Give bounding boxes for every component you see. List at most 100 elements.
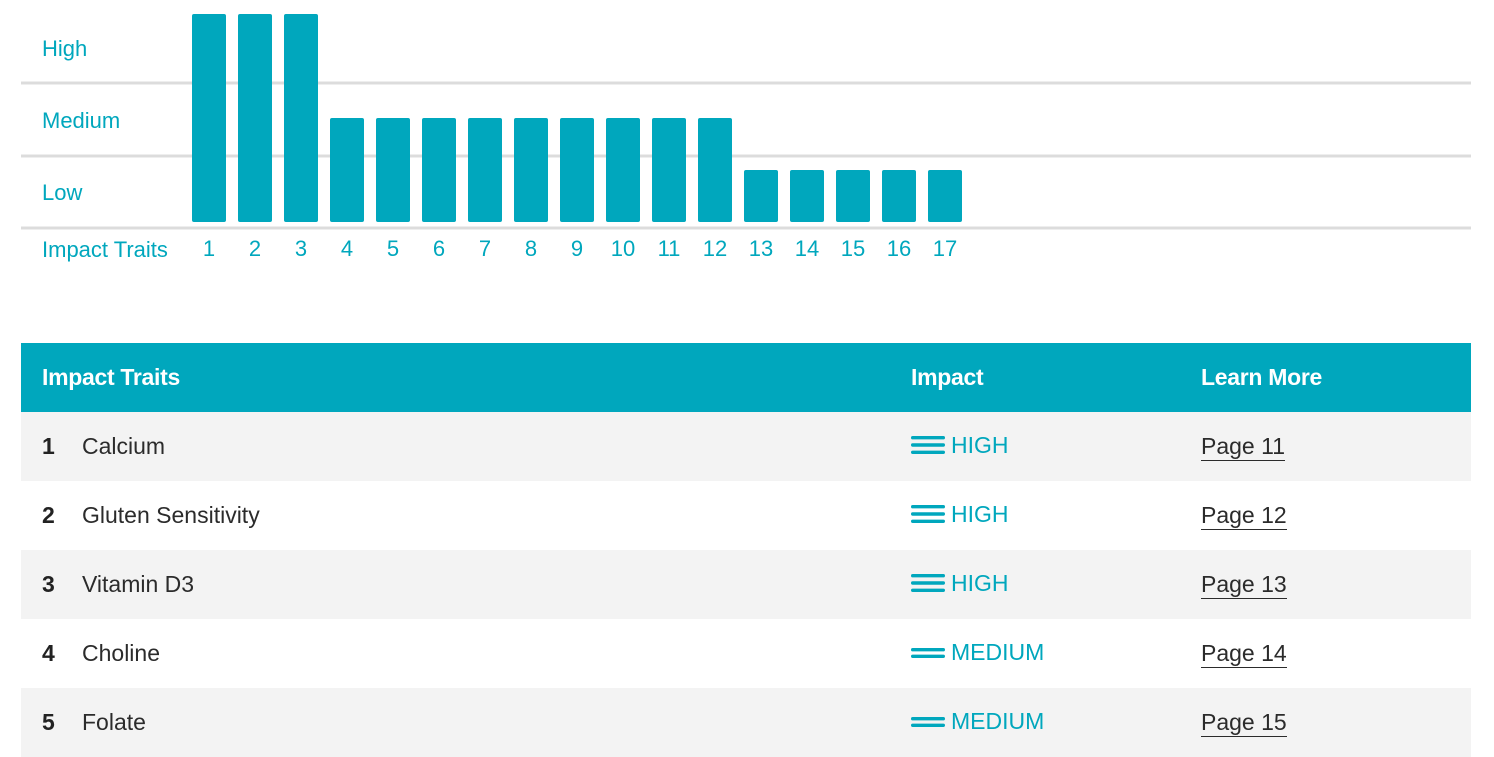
table-body: 1 Calcium HIGH Page 11 2 Gluten Sensitivit… (21, 412, 1471, 757)
chart-level-label: Medium (42, 108, 120, 133)
impact-level: MEDIUM (911, 708, 1044, 735)
header-learn-more: Learn More (1201, 364, 1322, 390)
three-bars-icon (911, 435, 945, 455)
chart-bar (928, 170, 962, 222)
trait-name: Choline (82, 640, 160, 666)
chart-x-tick-label: 7 (479, 236, 491, 261)
impact-label: HIGH (951, 431, 1009, 458)
chart-bar (238, 14, 272, 222)
impact-cell: HIGH (911, 481, 1201, 550)
chart-bar (468, 118, 502, 222)
two-bars-icon (911, 711, 945, 731)
chart-bar (284, 14, 318, 222)
three-bars-icon (911, 573, 945, 593)
impact-bar-chart: HighMediumLow 1 2 3 4 5 6 7 8 9 10 11 12 13 14 15 16 17 … (21, 14, 1471, 262)
chart-bars (192, 14, 962, 222)
learn-more-link[interactable]: Page 14 (1201, 640, 1287, 668)
chart-x-tick-label: 13 (749, 236, 773, 261)
chart-x-tick-label: 1 (203, 236, 215, 261)
trait-number: 3 (42, 571, 55, 597)
learn-more-link[interactable]: Page 11 (1201, 433, 1285, 461)
trait-cell: 2 Gluten Sensitivity (21, 481, 911, 550)
learn-more-cell: Page 13 (1201, 550, 1471, 619)
learn-more-link[interactable]: Page 12 (1201, 502, 1287, 530)
trait-number: 2 (42, 502, 55, 528)
impact-cell: MEDIUM (911, 619, 1201, 688)
learn-more-link[interactable]: Page 13 (1201, 571, 1287, 599)
trait-number: 5 (42, 709, 55, 735)
chart-bar (330, 118, 364, 222)
learn-more-link[interactable]: Page 15 (1201, 709, 1287, 737)
trait-name: Gluten Sensitivity (82, 502, 260, 528)
header-impact: Impact (911, 364, 984, 390)
chart-bar (606, 118, 640, 222)
chart-x-tick-label: 14 (795, 236, 819, 261)
trait-cell: 5 Folate (21, 688, 911, 757)
chart-x-tick-label: 15 (841, 236, 865, 261)
chart-bar (376, 118, 410, 222)
table-row: 1 Calcium HIGH Page 11 (21, 412, 1471, 481)
chart-x-tick-label: 5 (387, 236, 399, 261)
trait-cell: 4 Choline (21, 619, 911, 688)
table-row: 5 Folate MEDIUM Page 15 (21, 688, 1471, 757)
chart-bar (836, 170, 870, 222)
trait-number: 4 (42, 640, 55, 666)
impact-level: HIGH (911, 432, 1009, 459)
trait-name: Vitamin D3 (82, 571, 195, 597)
table-header: Impact Traits Impact Learn More (21, 343, 1471, 412)
impact-label: MEDIUM (951, 638, 1045, 665)
trait-name: Calcium (82, 433, 166, 459)
chart-x-tick-label: 10 (611, 236, 635, 261)
chart-x-tick-label: 9 (571, 236, 583, 261)
chart-x-tick-label: 11 (658, 236, 681, 261)
chart-bar (192, 14, 226, 222)
trait-cell: 1 Calcium (21, 412, 911, 481)
chart-x-tick-label: 4 (341, 236, 353, 261)
learn-more-cell: Page 14 (1201, 619, 1471, 688)
chart-bar (560, 118, 594, 222)
chart-bar (882, 170, 916, 222)
learn-more-cell: Page 15 (1201, 688, 1471, 757)
impact-traits-table: Impact Traits Impact Learn More 1 Calcium… (21, 343, 1471, 757)
learn-more-cell: Page 12 (1201, 481, 1471, 550)
chart-x-tick-label: 6 (433, 236, 445, 261)
table-header-row: Impact Traits Impact Learn More (21, 343, 1471, 412)
impact-cell: HIGH (911, 412, 1201, 481)
table-row: 3 Vitamin D3 HIGH Page 13 (21, 550, 1471, 619)
trait-cell: 3 Vitamin D3 (21, 550, 911, 619)
chart-x-tick-label: 2 (249, 236, 261, 261)
chart-level-label: High (42, 36, 87, 61)
trait-number: 1 (42, 433, 55, 459)
chart-bar (514, 118, 548, 222)
trait-name: Folate (82, 709, 146, 735)
chart-x-ticks: 1 2 3 4 5 6 7 8 9 10 11 12 13 14 15 16 17 (203, 236, 957, 261)
chart-gridline (21, 226, 1471, 230)
impact-label: HIGH (951, 500, 1009, 527)
impact-cell: HIGH (911, 550, 1201, 619)
impact-level: MEDIUM (911, 639, 1044, 666)
table-row: 4 Choline MEDIUM Page 14 (21, 619, 1471, 688)
two-bars-icon (911, 642, 945, 662)
chart-x-tick-label: 8 (525, 236, 537, 261)
chart-x-axis-title: Impact Traits (42, 237, 168, 262)
chart-bar (422, 118, 456, 222)
chart-level-label: Low (42, 180, 82, 205)
header-impact-traits: Impact Traits (42, 364, 180, 390)
chart-x-tick-label: 16 (887, 236, 911, 261)
three-bars-icon (911, 504, 945, 524)
chart-x-tick-label: 3 (295, 236, 307, 261)
impact-level: HIGH (911, 570, 1009, 597)
impact-cell: MEDIUM (911, 688, 1201, 757)
chart-x-tick-label: 17 (933, 236, 957, 261)
chart-bar (790, 170, 824, 222)
impact-label: HIGH (951, 569, 1009, 596)
chart-bar (744, 170, 778, 222)
chart-x-tick-label: 12 (703, 236, 727, 261)
chart-bar (652, 118, 686, 222)
impact-level: HIGH (911, 501, 1009, 528)
table-row: 2 Gluten Sensitivity HIGH Page 12 (21, 481, 1471, 550)
impact-label: MEDIUM (951, 707, 1045, 734)
chart-bar (698, 118, 732, 222)
chart-level-labels: High Medium Low (42, 36, 120, 205)
learn-more-cell: Page 11 (1201, 412, 1471, 481)
